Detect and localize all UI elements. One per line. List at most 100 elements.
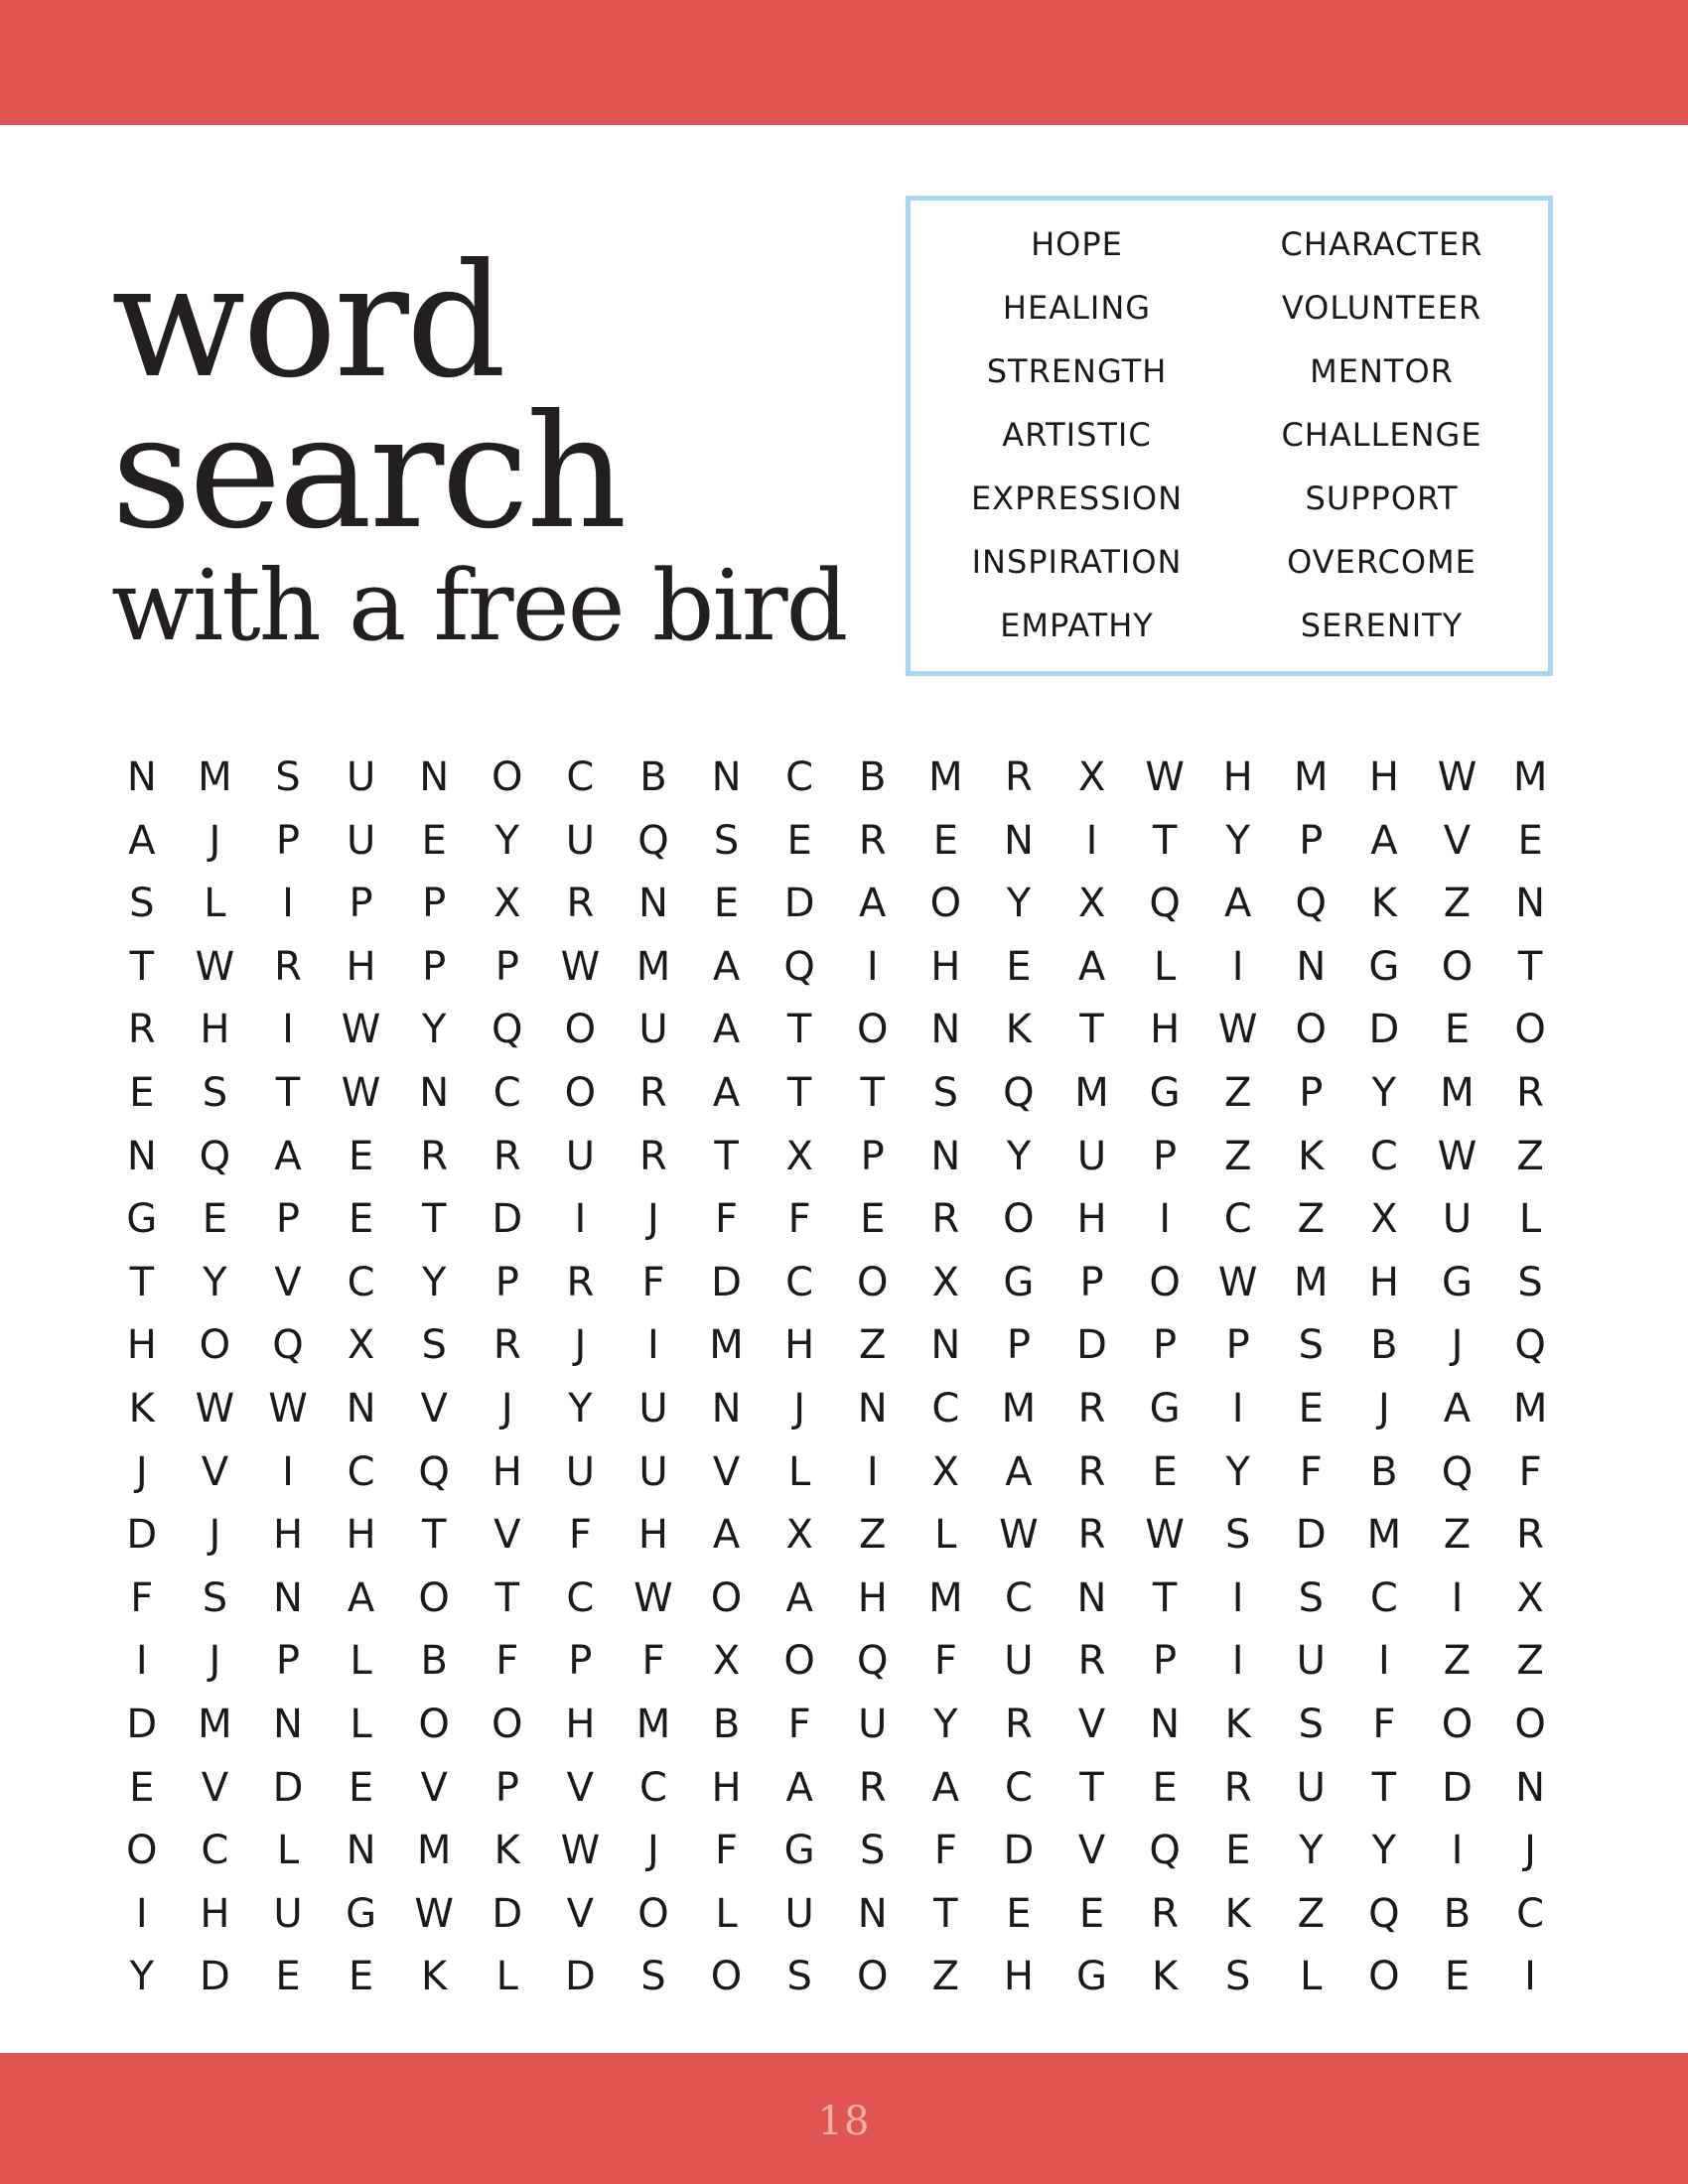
grid-letter[interactable]: C xyxy=(982,1568,1055,1631)
grid-letter[interactable]: H xyxy=(690,1757,764,1821)
grid-letter[interactable]: H xyxy=(836,1568,910,1631)
grid-letter[interactable]: I xyxy=(1201,1568,1275,1631)
grid-letter[interactable]: S xyxy=(179,1062,252,1126)
grid-letter[interactable]: J xyxy=(1493,1820,1567,1883)
grid-letter[interactable]: R xyxy=(1128,1883,1201,1947)
grid-letter[interactable]: K xyxy=(1347,873,1421,936)
grid-letter[interactable]: O xyxy=(690,1568,764,1631)
grid-letter[interactable]: B xyxy=(836,747,910,810)
grid-letter[interactable]: P xyxy=(1128,1314,1201,1378)
grid-letter[interactable]: G xyxy=(982,1252,1055,1315)
grid-letter[interactable]: S xyxy=(105,873,179,936)
grid-letter[interactable]: D xyxy=(105,1694,179,1757)
grid-letter[interactable]: U xyxy=(1275,1757,1348,1821)
grid-letter[interactable]: L xyxy=(1128,936,1201,1000)
grid-letter[interactable]: E xyxy=(325,1126,398,1189)
grid-letter[interactable]: M xyxy=(982,1378,1055,1441)
grid-letter[interactable]: S xyxy=(836,1820,910,1883)
grid-letter[interactable]: N xyxy=(1493,1757,1567,1821)
grid-letter[interactable]: K xyxy=(982,999,1055,1062)
grid-letter[interactable]: A xyxy=(690,1504,764,1568)
grid-letter[interactable]: P xyxy=(1201,1314,1275,1378)
grid-letter[interactable]: M xyxy=(397,1820,471,1883)
grid-letter[interactable]: W xyxy=(982,1504,1055,1568)
grid-letter[interactable]: Z xyxy=(1275,1188,1348,1252)
grid-letter[interactable]: C xyxy=(763,747,836,810)
grid-letter[interactable]: N xyxy=(397,1062,471,1126)
grid-letter[interactable]: Z xyxy=(910,1946,983,2009)
grid-letter[interactable]: P xyxy=(1128,1126,1201,1189)
grid-letter[interactable]: K xyxy=(471,1820,544,1883)
grid-letter[interactable]: G xyxy=(1421,1252,1494,1315)
grid-letter[interactable]: L xyxy=(325,1630,398,1694)
grid-letter[interactable]: E xyxy=(982,936,1055,1000)
grid-letter[interactable]: N xyxy=(836,1883,910,1947)
grid-letter[interactable]: C xyxy=(471,1062,544,1126)
grid-letter[interactable]: Y xyxy=(1347,1062,1421,1126)
grid-letter[interactable]: Q xyxy=(1347,1883,1421,1947)
grid-letter[interactable]: B xyxy=(617,747,690,810)
grid-letter[interactable]: T xyxy=(105,936,179,1000)
grid-letter[interactable]: E xyxy=(105,1062,179,1126)
grid-letter[interactable]: A xyxy=(251,1126,325,1189)
grid-letter[interactable]: A xyxy=(910,1757,983,1821)
grid-letter[interactable]: A xyxy=(1347,810,1421,874)
grid-letter[interactable]: X xyxy=(1055,747,1129,810)
grid-letter[interactable]: S xyxy=(1275,1694,1348,1757)
grid-letter[interactable]: Y xyxy=(1347,1820,1421,1883)
grid-letter[interactable]: J xyxy=(617,1188,690,1252)
grid-letter[interactable]: S xyxy=(1275,1568,1348,1631)
grid-letter[interactable]: N xyxy=(325,1378,398,1441)
grid-letter[interactable]: Z xyxy=(836,1314,910,1378)
grid-letter[interactable]: D xyxy=(105,1504,179,1568)
grid-letter[interactable]: M xyxy=(179,1694,252,1757)
grid-letter[interactable]: O xyxy=(836,1946,910,2009)
grid-letter[interactable]: N xyxy=(105,747,179,810)
grid-letter[interactable]: W xyxy=(544,936,618,1000)
grid-letter[interactable]: R xyxy=(544,1252,618,1315)
grid-letter[interactable]: C xyxy=(325,1252,398,1315)
grid-letter[interactable]: F xyxy=(617,1252,690,1315)
grid-letter[interactable]: R xyxy=(251,936,325,1000)
grid-letter[interactable]: B xyxy=(1421,1883,1494,1947)
grid-letter[interactable]: T xyxy=(471,1568,544,1631)
grid-letter[interactable]: E xyxy=(1421,999,1494,1062)
grid-letter[interactable]: F xyxy=(910,1820,983,1883)
grid-letter[interactable]: W xyxy=(1421,1126,1494,1189)
grid-letter[interactable]: M xyxy=(179,747,252,810)
grid-letter[interactable]: I xyxy=(1201,1378,1275,1441)
grid-letter[interactable]: H xyxy=(179,999,252,1062)
grid-letter[interactable]: F xyxy=(690,1188,764,1252)
grid-letter[interactable]: M xyxy=(690,1314,764,1378)
grid-letter[interactable]: N xyxy=(910,999,983,1062)
grid-letter[interactable]: P xyxy=(544,1630,618,1694)
grid-letter[interactable]: U xyxy=(325,810,398,874)
grid-letter[interactable]: S xyxy=(397,1314,471,1378)
grid-letter[interactable]: Y xyxy=(982,873,1055,936)
grid-letter[interactable]: G xyxy=(105,1188,179,1252)
grid-letter[interactable]: H xyxy=(251,1504,325,1568)
grid-letter[interactable]: M xyxy=(1493,747,1567,810)
grid-letter[interactable]: R xyxy=(836,810,910,874)
grid-letter[interactable]: N xyxy=(617,873,690,936)
grid-letter[interactable]: I xyxy=(105,1630,179,1694)
grid-letter[interactable]: D xyxy=(690,1252,764,1315)
grid-letter[interactable]: C xyxy=(982,1757,1055,1821)
grid-letter[interactable]: Q xyxy=(836,1630,910,1694)
grid-letter[interactable]: R xyxy=(1055,1378,1129,1441)
grid-letter[interactable]: N xyxy=(105,1126,179,1189)
grid-letter[interactable]: O xyxy=(471,747,544,810)
grid-letter[interactable]: S xyxy=(910,1062,983,1126)
grid-letter[interactable]: O xyxy=(763,1630,836,1694)
grid-letter[interactable]: N xyxy=(325,1820,398,1883)
grid-letter[interactable]: W xyxy=(397,1883,471,1947)
grid-letter[interactable]: Z xyxy=(1421,873,1494,936)
grid-letter[interactable]: Z xyxy=(1493,1630,1567,1694)
grid-letter[interactable]: X xyxy=(471,873,544,936)
grid-letter[interactable]: G xyxy=(763,1820,836,1883)
grid-letter[interactable]: P xyxy=(836,1126,910,1189)
grid-letter[interactable]: R xyxy=(1055,1630,1129,1694)
grid-letter[interactable]: W xyxy=(251,1378,325,1441)
grid-letter[interactable]: O xyxy=(544,1062,618,1126)
grid-letter[interactable]: P xyxy=(325,873,398,936)
